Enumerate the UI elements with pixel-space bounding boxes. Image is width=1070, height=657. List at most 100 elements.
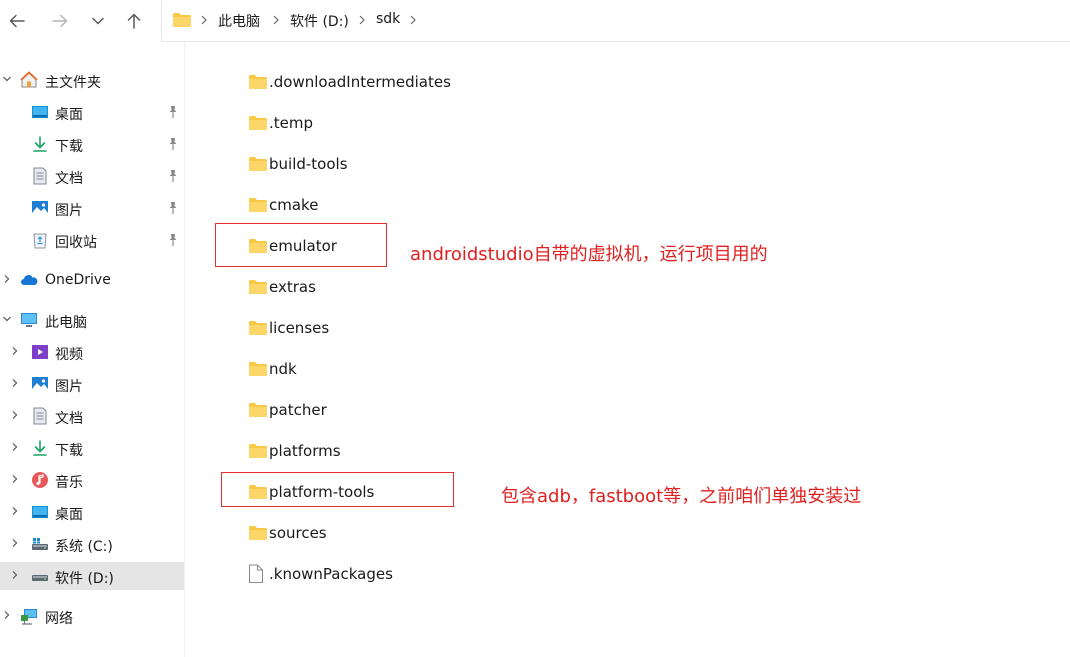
folder-icon (248, 320, 268, 340)
breadcrumb-item[interactable]: 软件 (D:) (290, 11, 349, 31)
file-name: extras (269, 278, 316, 296)
up-button[interactable] (121, 8, 147, 34)
sidebar-item-pictures[interactable]: 图片 (0, 370, 184, 398)
folder-item[interactable]: patcher (246, 398, 506, 424)
file-list: .downloadIntermediates .temp build-tools cm… (186, 42, 1070, 657)
chevron-down-icon[interactable] (2, 314, 12, 324)
folder-item[interactable]: platforms (246, 439, 506, 465)
back-button[interactable] (4, 8, 30, 34)
chevron-right-icon[interactable] (10, 570, 20, 580)
sidebar-item-desktop[interactable]: 桌面 (0, 498, 184, 526)
folder-item[interactable]: .temp (246, 111, 506, 137)
chevron-down-icon (92, 17, 104, 25)
chevron-right-icon[interactable] (10, 410, 20, 420)
sidebar-item-label: 图片 (55, 379, 83, 395)
file-name: .downloadIntermediates (269, 73, 451, 91)
file-name: ndk (269, 360, 297, 378)
chevron-right-icon[interactable] (10, 506, 20, 516)
highlight-box-platform-tools (221, 472, 454, 507)
sidebar-item-label: 文档 (55, 411, 83, 427)
sidebar-item-label: 桌面 (55, 107, 83, 123)
pin-icon[interactable] (167, 233, 179, 247)
folder-item[interactable]: sources (246, 521, 506, 547)
pin-icon[interactable] (167, 137, 179, 151)
sidebar-item-label: 软件 (D:) (55, 571, 114, 587)
folder-icon (173, 13, 191, 27)
folder-item[interactable]: licenses (246, 316, 506, 342)
annotation-platform-tools: 包含adb，fastboot等，之前咱们单独安装过 (501, 486, 862, 507)
sidebar-item-videos[interactable]: 视频 (0, 338, 184, 366)
file-name: cmake (269, 196, 319, 214)
chevron-right-icon (359, 15, 365, 25)
toolbar: 此电脑 软件 (D:) sdk (0, 0, 1070, 42)
sidebar-item-drive-d[interactable]: 软件 (D:) (0, 562, 184, 590)
chevron-right-icon[interactable] (10, 442, 20, 452)
pin-icon[interactable] (167, 169, 179, 183)
file-icon (248, 564, 264, 588)
sidebar-item-downloads[interactable]: 下载 (0, 130, 184, 158)
drive-icon (32, 538, 48, 550)
folder-icon (248, 361, 268, 381)
file-item[interactable]: .knownPackages (246, 562, 506, 588)
sidebar-item-label: 文档 (55, 171, 83, 187)
sidebar-item-music[interactable]: 音乐 (0, 466, 184, 494)
folder-icon (248, 443, 268, 463)
file-name: licenses (269, 319, 330, 337)
chevron-right-icon[interactable] (10, 346, 20, 356)
pin-icon[interactable] (167, 201, 179, 215)
sidebar-item-documents[interactable]: 文档 (0, 162, 184, 190)
sidebar-item-label: OneDrive (45, 272, 111, 288)
chevron-right-icon[interactable] (2, 610, 12, 620)
document-icon (33, 167, 47, 185)
sidebar-item-drive-c[interactable]: 系统 (C:) (0, 530, 184, 558)
folder-item[interactable]: extras (246, 275, 506, 301)
pin-icon[interactable] (167, 105, 179, 119)
sidebar-item-onedrive[interactable]: OneDrive (0, 266, 184, 294)
video-icon (32, 345, 48, 359)
sidebar-item-recycle-bin[interactable]: 回收站 (0, 226, 184, 254)
chevron-right-icon[interactable] (10, 474, 20, 484)
folder-item[interactable]: cmake (246, 193, 506, 219)
sidebar-item-label: 视频 (55, 347, 83, 363)
sidebar-item-label: 桌面 (55, 507, 83, 523)
folder-item[interactable]: .downloadIntermediates (246, 70, 506, 96)
sidebar-item-label: 主文件夹 (45, 75, 101, 91)
folder-item[interactable]: ndk (246, 357, 506, 383)
breadcrumb-item[interactable]: sdk (376, 11, 400, 27)
address-bar[interactable]: 此电脑 软件 (D:) sdk (161, 0, 1070, 42)
file-name: .knownPackages (269, 565, 393, 583)
sidebar-item-pictures[interactable]: 图片 (0, 194, 184, 222)
folder-icon (248, 197, 268, 217)
breadcrumb-item[interactable]: 此电脑 (218, 11, 260, 31)
highlight-box-emulator (215, 223, 387, 267)
recent-locations-button[interactable] (85, 8, 111, 34)
sidebar-item-label: 系统 (C:) (55, 539, 113, 555)
sidebar-item-documents[interactable]: 文档 (0, 402, 184, 430)
sidebar-item-network[interactable]: 网络 (0, 602, 184, 630)
chevron-right-icon[interactable] (10, 378, 20, 388)
sidebar-item-downloads[interactable]: 下载 (0, 434, 184, 462)
sidebar-item-desktop[interactable]: 桌面 (0, 98, 184, 126)
file-name: build-tools (269, 155, 348, 173)
navigation-pane: 主文件夹 桌面 下载 文档 图片 回收站 OneDrive 此电脑 视频 图片 … (0, 42, 185, 657)
forward-button[interactable] (47, 8, 73, 34)
file-name: patcher (269, 401, 327, 419)
folder-icon (248, 74, 268, 94)
sidebar-item-this-pc[interactable]: 此电脑 (0, 306, 184, 334)
file-name: .temp (269, 114, 314, 132)
chevron-right-icon (410, 15, 416, 25)
chevron-right-icon[interactable] (10, 538, 20, 548)
arrow-right-icon (52, 14, 68, 28)
download-icon (33, 136, 47, 152)
sidebar-item-label: 回收站 (55, 235, 97, 251)
chevron-down-icon[interactable] (2, 74, 12, 84)
chevron-right-icon[interactable] (2, 274, 12, 284)
folder-item[interactable]: build-tools (246, 152, 506, 178)
folder-icon (248, 279, 268, 299)
chevron-right-icon (201, 15, 207, 25)
sidebar-item-home[interactable]: 主文件夹 (0, 66, 184, 94)
network-icon (21, 609, 37, 625)
folder-icon (248, 156, 268, 176)
recycle-bin-icon (33, 233, 47, 249)
sidebar-item-label: 音乐 (55, 475, 83, 491)
